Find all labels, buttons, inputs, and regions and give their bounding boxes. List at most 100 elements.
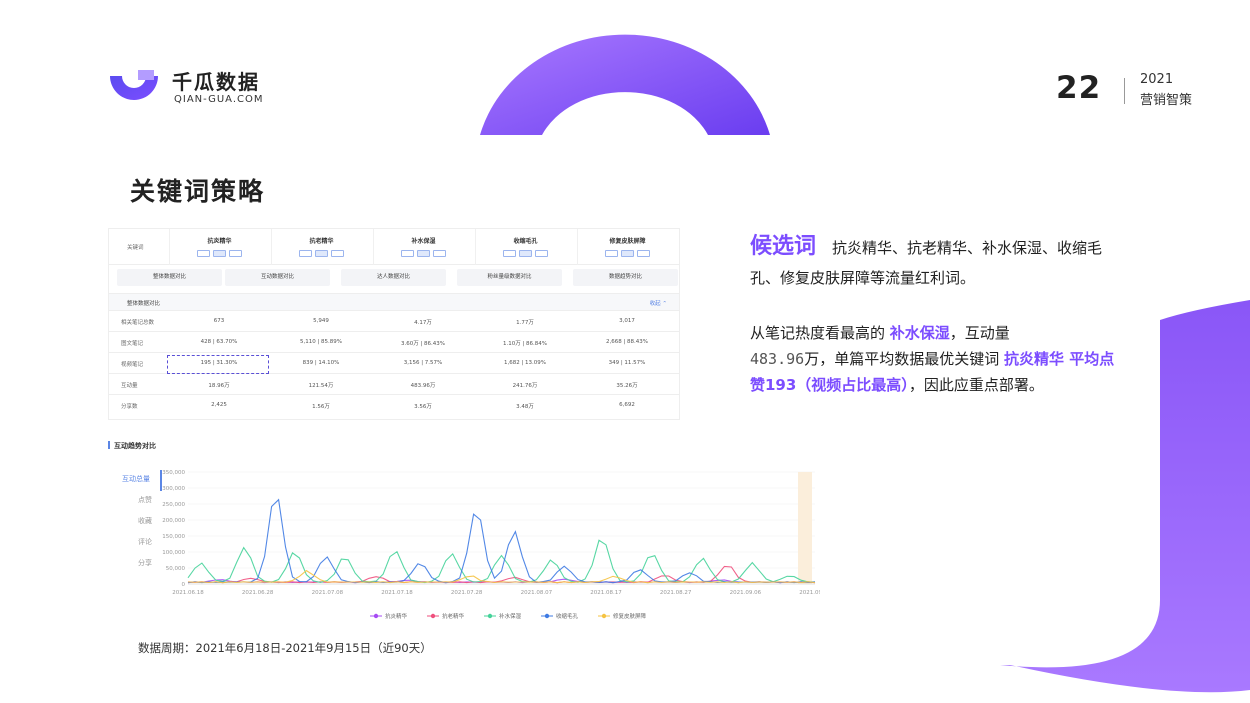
y-tick-label: 50,000 — [166, 566, 186, 572]
legend-label: 抗老精华 — [442, 612, 465, 620]
interaction-number: 483.96 — [750, 350, 805, 368]
text-segment: ，因此应重点部署。 — [908, 376, 1044, 394]
table-cell: 2,425 — [211, 402, 227, 408]
row-label: 分享数 — [121, 404, 138, 410]
keyword-name: 修复皮肤屏障 — [609, 238, 646, 245]
keyword-action-button[interactable] — [229, 250, 242, 257]
x-tick-label: 2021.06.28 — [242, 590, 274, 596]
tab-overall[interactable]: 整体数据对比 — [117, 269, 222, 286]
keyword-action-button[interactable] — [401, 250, 414, 257]
table-cell: 3.60万 | 86.43% — [400, 341, 446, 347]
table-row: 图文笔记 428 | 63.70% 5,110 | 85.89% 3.60万 |… — [109, 332, 679, 353]
menu-collects[interactable]: 收藏 — [112, 512, 162, 533]
header-subtitle: 营销智策 — [1140, 93, 1193, 108]
row-label: 互动量 — [121, 383, 138, 389]
keyword-action-button[interactable] — [213, 250, 226, 257]
table-cell: 483.96万 — [410, 383, 436, 389]
x-tick-label: 2021.07.28 — [451, 590, 483, 596]
keyword-action-button[interactable] — [535, 250, 548, 257]
keyword-action-button[interactable] — [503, 250, 516, 257]
keyword-action-button[interactable] — [637, 250, 650, 257]
tab-interaction[interactable]: 互动数据对比 — [225, 269, 330, 286]
table-cell: 5,949 — [313, 318, 329, 324]
table-cell: 18.96万 — [208, 383, 230, 389]
keyword-action-button[interactable] — [621, 250, 634, 257]
collapse-link[interactable]: 收起 ⌃ — [650, 299, 667, 307]
table-cell: 4.17万 — [414, 320, 432, 326]
y-tick-label: 250,000 — [162, 502, 185, 508]
tab-influencer[interactable]: 达人数据对比 — [341, 269, 446, 286]
table-row: 视频笔记 195 | 31.30% 839 | 14.10% 3,156 | 7… — [109, 353, 679, 374]
interaction-trend-chart: 350,000 300,000 250,000 200,000 150,000 100,0… — [162, 470, 820, 620]
table-cell: 241.76万 — [512, 383, 538, 389]
keyword-comparison-table: 关键词 抗炎精华 抗老精华 补水保湿 收缩毛孔 修复皮肤屏障 整体数据对比 互动… — [108, 228, 680, 420]
legend-marker — [430, 613, 436, 619]
legend-marker — [601, 613, 607, 619]
series-line — [187, 539, 815, 584]
keyword-action-button[interactable] — [331, 250, 344, 257]
highlight-keyword: 补水保湿 — [889, 324, 950, 342]
decorative-arc-top — [480, 34, 770, 135]
table-cell: 121.54万 — [308, 383, 334, 389]
menu-total[interactable]: 互动总量 — [112, 470, 162, 491]
tab-fans[interactable]: 粉丝量级数据对比 — [457, 269, 562, 286]
keyword-column: 抗老精华 — [271, 229, 371, 265]
legend-marker — [373, 613, 379, 619]
y-tick-label: 300,000 — [162, 486, 185, 492]
x-tick-label: 2021.08.07 — [521, 590, 553, 596]
chart-metric-menu: 互动总量 点赞 收藏 评论 分享 — [112, 470, 162, 575]
highlight-band — [798, 472, 812, 584]
keyword-name: 补水保湿 — [411, 238, 436, 245]
candidate-keywords-text: 候选词 抗炎精华、抗老精华、补水保湿、收缩毛孔、修复皮肤屏障等流量红利词。 — [750, 232, 1130, 293]
x-tick-label: 2021.07.08 — [312, 590, 344, 596]
table-cell: 1.56万 — [312, 404, 330, 410]
menu-comments[interactable]: 评论 — [112, 533, 162, 554]
table-cell: 5,110 | 85.89% — [299, 339, 343, 345]
section-title: 整体数据对比 — [127, 301, 161, 307]
table-cell: 2,668 | 88.43% — [605, 339, 649, 345]
keyword-action-button[interactable] — [433, 250, 446, 257]
table-cell: 195 | 31.30% — [200, 360, 238, 366]
row-label: 图文笔记 — [121, 341, 144, 347]
row-label: 相关笔记总数 — [121, 320, 155, 326]
table-cell: 673 — [213, 318, 225, 324]
legend-label: 修复皮肤屏障 — [613, 612, 647, 620]
x-tick-label: 2021.08.27 — [660, 590, 692, 596]
keyword-action-button[interactable] — [519, 250, 532, 257]
text-segment: ，互动量 — [949, 324, 1010, 342]
legend-label: 抗炎精华 — [385, 612, 408, 620]
y-tick-label: 350,000 — [162, 470, 185, 476]
table-cell: 3.56万 — [414, 404, 432, 410]
keyword-action-button[interactable] — [605, 250, 618, 257]
keyword-action-button[interactable] — [197, 250, 210, 257]
y-tick-label: 100,000 — [162, 550, 185, 556]
keyword-column: 补水保湿 — [373, 229, 473, 265]
x-tick-label: 2021.08.17 — [590, 590, 622, 596]
header-year: 2021 — [1140, 72, 1174, 87]
header-divider — [1124, 78, 1125, 104]
keyword-column: 修复皮肤屏障 — [577, 229, 677, 265]
table-cell: 6,692 — [619, 402, 635, 408]
menu-likes[interactable]: 点赞 — [112, 491, 162, 512]
analysis-text: 从笔记热度看最高的 补水保湿，互动量 483.96万，单篇平均数据最优关键词 抗炎… — [750, 320, 1120, 398]
keyword-action-button[interactable] — [417, 250, 430, 257]
keyword-name: 抗老精华 — [309, 238, 334, 245]
table-cell: 35.26万 — [616, 383, 638, 389]
x-tick-label: 2021.09.06 — [730, 590, 762, 596]
text-segment: 万，单篇平均数据最优关键词 — [804, 350, 1004, 368]
chart-title: 互动趋势对比 — [108, 441, 156, 451]
page-number: 22 — [1056, 70, 1102, 106]
keyword-action-button[interactable] — [299, 250, 312, 257]
table-cell: 428 | 63.70% — [200, 339, 238, 345]
text-segment: 从笔记热度看最高的 — [750, 324, 890, 342]
menu-shares[interactable]: 分享 — [112, 554, 162, 575]
y-tick-label: 200,000 — [162, 518, 185, 524]
keyword-name: 抗炎精华 — [207, 238, 232, 245]
tab-trend[interactable]: 数据趋势对比 — [573, 269, 678, 286]
table-cell: 839 | 14.10% — [302, 360, 340, 366]
keyword-label: 关键词 — [127, 245, 144, 251]
x-tick-label: 2021.06.18 — [172, 590, 204, 596]
row-label: 视频笔记 — [121, 362, 144, 368]
keyword-action-button[interactable] — [315, 250, 328, 257]
table-row: 相关笔记总数 673 5,949 4.17万 1.77万 3,017 — [109, 311, 679, 332]
